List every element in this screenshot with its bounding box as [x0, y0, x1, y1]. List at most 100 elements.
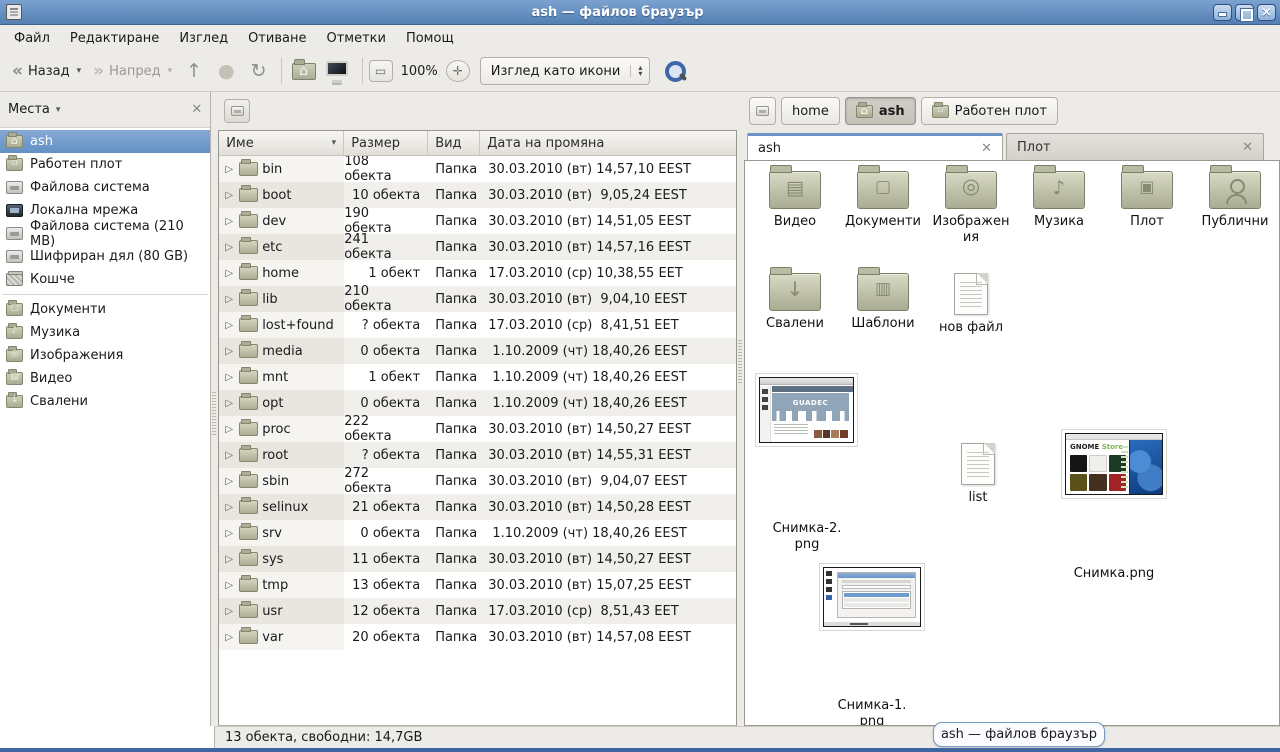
table-row[interactable]: ▷ proc 222 обекта Папка 30.03.2010 (вт) … — [219, 416, 736, 442]
back-button[interactable]: « Назад ▾ — [6, 59, 87, 84]
place-item[interactable]: Файлова система — [0, 176, 210, 199]
place-item[interactable]: Видео — [0, 367, 210, 390]
expander-icon[interactable]: ▷ — [223, 320, 235, 331]
table-row[interactable]: ▷ boot 10 обекта Папка 30.03.2010 (вт) 9… — [219, 182, 736, 208]
breadcrumb-desktop-button[interactable]: Работен плот — [921, 97, 1058, 125]
expander-icon[interactable]: ▷ — [223, 554, 235, 565]
menu-item[interactable]: Редактиране — [62, 28, 167, 49]
menu-item[interactable]: Файл — [6, 28, 58, 49]
pane-splitter[interactable] — [211, 92, 218, 726]
table-row[interactable]: ▷ srv 0 обекта Папка 1.10.2009 (чт) 18,4… — [219, 520, 736, 546]
tab-close-icon[interactable]: ✕ — [981, 141, 992, 156]
back-dropdown-icon[interactable]: ▾ — [77, 66, 82, 76]
column-header-date[interactable]: Дата на промяна — [480, 131, 736, 155]
table-row[interactable]: ▷ var 20 обекта Папка 30.03.2010 (вт) 14… — [219, 624, 736, 650]
image-thumbnail-snimka[interactable]: GNOME Store — [1065, 433, 1163, 495]
tab-close-icon[interactable]: ✕ — [1242, 140, 1253, 155]
expander-icon[interactable]: ▷ — [223, 450, 235, 461]
expander-icon[interactable]: ▷ — [223, 502, 235, 513]
place-item[interactable]: Кошче — [0, 268, 210, 291]
file-item[interactable]: Снимка-2. png — [745, 450, 869, 552]
table-row[interactable]: ▷ home 1 обект Папка 17.03.2010 (ср) 10,… — [219, 260, 736, 286]
expander-icon[interactable]: ▷ — [223, 294, 235, 305]
table-row[interactable]: ▷ usr 12 обекта Папка 17.03.2010 (ср) 8,… — [219, 598, 736, 624]
file-item[interactable]: Снимка-1. png — [809, 633, 935, 726]
table-row[interactable]: ▷ sbin 272 обекта Папка 30.03.2010 (вт) … — [219, 468, 736, 494]
place-item[interactable]: Файлова система (210 MB) — [0, 222, 210, 245]
column-header-type[interactable]: Вид — [428, 131, 480, 155]
expander-icon[interactable]: ▷ — [223, 606, 235, 617]
expander-icon[interactable]: ▷ — [223, 580, 235, 591]
place-item[interactable]: ash — [0, 130, 210, 153]
splitter-grip[interactable] — [212, 392, 216, 436]
expander-icon[interactable]: ▷ — [223, 164, 235, 175]
expander-icon[interactable]: ▷ — [223, 632, 235, 643]
maximize-button-icon[interactable] — [1235, 4, 1254, 21]
zoom-in-icon[interactable]: ✛ — [446, 60, 470, 82]
folder-item[interactable]: Свалени — [751, 273, 839, 332]
expander-icon[interactable]: ▷ — [223, 424, 235, 435]
table-row[interactable]: ▷ tmp 13 обекта Папка 30.03.2010 (вт) 15… — [219, 572, 736, 598]
minimize-button-icon[interactable] — [1213, 4, 1232, 21]
table-row[interactable]: ▷ selinux 21 обекта Папка 30.03.2010 (вт… — [219, 494, 736, 520]
table-row[interactable]: ▷ root ? обекта Папка 30.03.2010 (вт) 14… — [219, 442, 736, 468]
sidebar-pane-select[interactable]: Места ▾ — [8, 102, 191, 117]
sidebar-close-icon[interactable]: ✕ — [191, 102, 202, 117]
folder-item[interactable]: Шаблони — [839, 273, 927, 332]
expander-icon[interactable]: ▷ — [223, 190, 235, 201]
close-button-icon[interactable]: × — [1257, 4, 1276, 21]
expander-icon[interactable]: ▷ — [223, 346, 235, 357]
expander-icon[interactable]: ▷ — [223, 528, 235, 539]
search-icon[interactable] — [664, 60, 686, 82]
folder-item[interactable]: Музика — [1015, 171, 1103, 230]
table-row[interactable]: ▷ sys 11 обекта Папка 30.03.2010 (вт) 14… — [219, 546, 736, 572]
table-row[interactable]: ▷ bin 108 обекта Папка 30.03.2010 (вт) 1… — [219, 156, 736, 182]
folder-item[interactable]: Видео — [751, 171, 839, 230]
folder-item[interactable]: нов файл — [927, 273, 1015, 336]
expander-icon[interactable]: ▷ — [223, 372, 235, 383]
file-item[interactable]: list — [945, 443, 1011, 506]
folder-item[interactable]: Документи — [839, 171, 927, 230]
table-row[interactable]: ▷ lib 210 обекта Папка 30.03.2010 (вт) 9… — [219, 286, 736, 312]
place-item[interactable]: Свалени — [0, 390, 210, 413]
image-thumbnail-snimka-2[interactable]: GUADEC — [759, 377, 854, 443]
computer-icon[interactable] — [326, 61, 350, 81]
breadcrumb-root-button[interactable] — [749, 97, 776, 125]
menu-item[interactable]: Помощ — [398, 28, 462, 49]
table-row[interactable]: ▷ mnt 1 обект Папка 1.10.2009 (чт) 18,40… — [219, 364, 736, 390]
view-mode-select[interactable]: Изглед като икони ▴▾ — [480, 57, 651, 85]
column-header-name[interactable]: Име ▾ — [219, 131, 344, 155]
expander-icon[interactable]: ▷ — [223, 398, 235, 409]
table-row[interactable]: ▷ opt 0 обекта Папка 1.10.2009 (чт) 18,4… — [219, 390, 736, 416]
folder-item[interactable]: Плот — [1103, 171, 1191, 230]
image-thumbnail-snimka-1[interactable] — [823, 567, 921, 627]
table-row[interactable]: ▷ media 0 обекта Папка 1.10.2009 (чт) 18… — [219, 338, 736, 364]
splitter-grip[interactable] — [738, 340, 742, 384]
place-item[interactable]: Музика — [0, 321, 210, 344]
folder-item[interactable]: Изображен ия — [927, 171, 1015, 245]
folder-item[interactable]: Публични — [1191, 171, 1279, 230]
menu-item[interactable]: Отиване — [240, 28, 314, 49]
up-icon[interactable]: ↑ — [178, 58, 210, 84]
expander-icon[interactable]: ▷ — [223, 476, 235, 487]
file-item[interactable]: Снимка.png — [1051, 499, 1177, 582]
place-item[interactable]: Документи — [0, 298, 210, 321]
place-item[interactable]: Изображения — [0, 344, 210, 367]
table-row[interactable]: ▷ etc 241 обекта Папка 30.03.2010 (вт) 1… — [219, 234, 736, 260]
zoom-out-icon[interactable]: ▭ — [369, 60, 393, 82]
table-row[interactable]: ▷ lost+found ? обекта Папка 17.03.2010 (… — [219, 312, 736, 338]
menu-item[interactable]: Изглед — [171, 28, 236, 49]
breadcrumb-current-button[interactable]: ash — [845, 97, 916, 125]
filesystem-root-button[interactable] — [224, 99, 250, 123]
pane-splitter[interactable] — [737, 92, 744, 726]
tab-plot[interactable]: Плот ✕ — [1006, 133, 1264, 160]
expander-icon[interactable]: ▷ — [223, 216, 235, 227]
menu-item[interactable]: Отметки — [318, 28, 393, 49]
table-row[interactable]: ▷ dev 190 обекта Папка 30.03.2010 (вт) 1… — [219, 208, 736, 234]
forward-button[interactable]: » Напред ▾ — [87, 59, 178, 84]
expander-icon[interactable]: ▷ — [223, 242, 235, 253]
home-icon[interactable] — [292, 63, 316, 80]
column-header-size[interactable]: Размер — [344, 131, 428, 155]
place-item[interactable]: Шифриран дял (80 GB) — [0, 245, 210, 268]
reload-icon[interactable]: ↻ — [243, 58, 275, 84]
